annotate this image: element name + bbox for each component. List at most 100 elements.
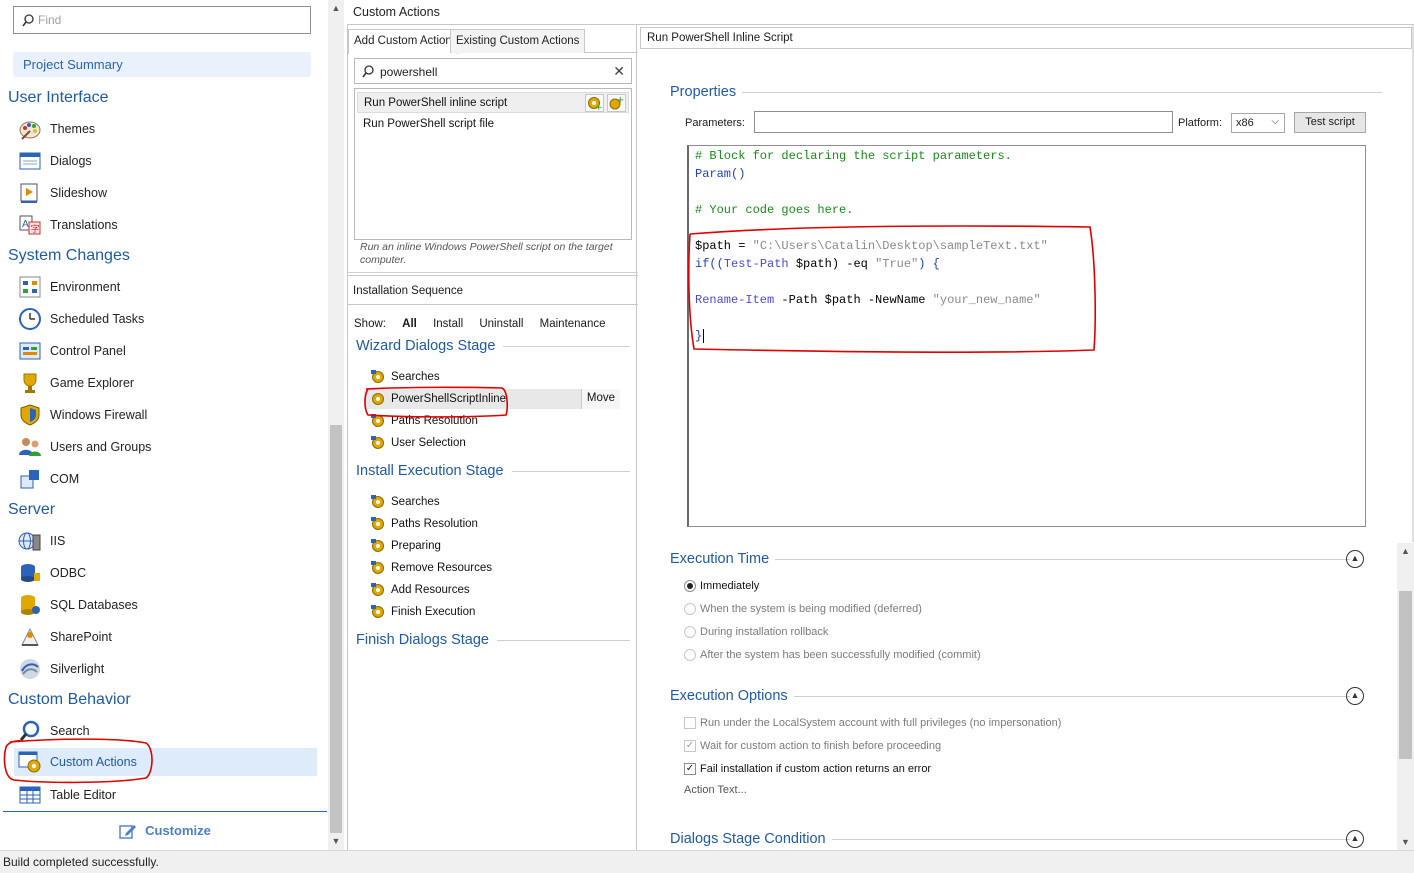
radio-button[interactable] <box>684 626 696 638</box>
check-wait-finish[interactable]: ✓ Wait for custom action to finish before… <box>684 737 941 755</box>
seq-item-powershellscriptinline[interactable]: PowerShellScriptInline Move <box>364 389 620 409</box>
filter-uninstall[interactable]: Uninstall <box>479 318 523 330</box>
find-box[interactable] <box>13 6 311 34</box>
properties-scrollbar[interactable]: ▲ ▼ <box>1397 543 1414 850</box>
seq-item-searches[interactable]: Searches <box>370 367 440 387</box>
tab-existing-custom-actions[interactable]: Existing Custom Actions <box>450 29 586 53</box>
nav-item-windows-firewall[interactable]: Windows Firewall <box>18 401 318 429</box>
collapse-execution-time-icon[interactable]: ▲ <box>1346 550 1364 568</box>
radio-button[interactable] <box>684 649 696 661</box>
seq-item-paths-resolution[interactable]: Paths Resolution <box>370 411 478 431</box>
code-line: # Block for declaring the script paramet… <box>695 149 1012 163</box>
filter-maintenance[interactable]: Maintenance <box>540 318 606 330</box>
find-input[interactable] <box>38 11 302 29</box>
panel-title: Run PowerShell Inline Script <box>640 27 1412 49</box>
checkbox-checked-icon[interactable]: ✓ <box>684 763 696 775</box>
seq-item-add-resources[interactable]: Add Resources <box>370 580 470 600</box>
scroll-down-arrow-icon[interactable]: ▼ <box>1397 834 1414 850</box>
radio-rollback[interactable]: During installation rollback <box>684 623 828 641</box>
nav-item-translations[interactable]: A字 Translations <box>18 211 318 239</box>
nav-item-control-panel[interactable]: Control Panel <box>18 337 318 365</box>
filter-all[interactable]: All <box>402 318 417 330</box>
sharepoint-icon <box>18 625 42 649</box>
check-fail-on-error[interactable]: ✓ Fail installation if custom action retu… <box>684 760 931 778</box>
nav-item-themes[interactable]: Themes <box>18 115 318 143</box>
stage-label: Wizard Dialogs Stage <box>356 338 496 354</box>
properties-scroll-thumb[interactable] <box>1399 591 1412 759</box>
check-no-impersonation[interactable]: Run under the LocalSystem account with f… <box>684 714 1061 732</box>
svg-text:+: + <box>595 103 603 111</box>
radio-button[interactable] <box>684 580 696 592</box>
gear-icon <box>370 604 386 620</box>
nav-label: Windows Firewall <box>50 408 148 422</box>
clear-search-icon[interactable]: ✕ <box>613 63 625 80</box>
add-action-gear-icon[interactable]: + <box>585 94 604 113</box>
nav-item-search[interactable]: Search <box>18 717 318 745</box>
customize-label: Customize <box>145 823 211 838</box>
custom-action-search-box[interactable]: ✕ <box>354 58 632 84</box>
parameters-input[interactable] <box>754 111 1173 133</box>
filter-install[interactable]: Install <box>433 318 463 330</box>
nav-label: Game Explorer <box>50 376 135 390</box>
nav-item-custom-actions[interactable]: Custom Actions <box>14 748 317 776</box>
seq-item-preparing[interactable]: Preparing <box>370 536 441 556</box>
scroll-up-arrow-icon[interactable]: ▲ <box>1397 543 1414 559</box>
scroll-down-arrow-icon[interactable]: ▼ <box>328 833 344 849</box>
seq-item-finish-execution[interactable]: Finish Execution <box>370 602 475 622</box>
seq-item-paths-resolution-install[interactable]: Paths Resolution <box>370 514 478 534</box>
collapse-execution-options-icon[interactable]: ▲ <box>1346 687 1364 705</box>
edit-pen-icon <box>119 824 137 839</box>
nav-item-odbc[interactable]: ODBC <box>18 559 318 587</box>
nav-label: Search <box>50 724 90 738</box>
nav-item-users-and-groups[interactable]: Users and Groups <box>18 433 318 461</box>
radio-immediately[interactable]: Immediately <box>684 577 759 595</box>
nav-item-table-editor[interactable]: Table Editor <box>18 781 318 809</box>
nav-item-iis[interactable]: IIS <box>18 527 318 555</box>
project-summary-link[interactable]: Project Summary <box>13 52 311 77</box>
checkbox[interactable] <box>684 717 696 729</box>
code-line: # Your code goes here. <box>695 203 854 217</box>
gear-icon <box>370 413 386 429</box>
seq-item-user-selection[interactable]: User Selection <box>370 433 466 453</box>
users-icon <box>18 435 42 459</box>
platform-dropdown[interactable]: x86 ⌵ <box>1231 113 1285 133</box>
checkbox-checked-icon[interactable]: ✓ <box>684 740 696 752</box>
scroll-up-arrow-icon[interactable]: ▲ <box>328 0 344 16</box>
add-action-sequence-icon[interactable]: + <box>607 94 626 112</box>
list-item[interactable]: Run PowerShell inline script + + <box>357 92 629 113</box>
nav-item-dialogs[interactable]: Dialogs <box>18 147 318 175</box>
nav-item-sql-databases[interactable]: SQL Databases <box>18 591 318 619</box>
seq-label: Add Resources <box>391 584 470 596</box>
gear-icon <box>370 516 386 532</box>
customize-button[interactable]: Customize <box>3 811 327 849</box>
nav-item-game-explorer[interactable]: Game Explorer <box>18 369 318 397</box>
list-item[interactable]: Run PowerShell script file <box>357 114 629 135</box>
gear-icon <box>370 494 386 510</box>
tab-add-custom-action[interactable]: Add Custom Action <box>348 29 458 54</box>
test-script-button[interactable]: Test script <box>1294 112 1366 133</box>
sidebar-scroll-thumb[interactable] <box>330 425 342 833</box>
radio-button[interactable] <box>684 603 696 615</box>
nav-item-silverlight[interactable]: Silverlight <box>18 655 318 683</box>
nav-item-com[interactable]: COM <box>18 465 318 493</box>
code-line: $path = "C:\Users\Catalin\Desktop\sample… <box>695 239 1359 257</box>
nav-item-scheduled-tasks[interactable]: Scheduled Tasks <box>18 305 318 333</box>
nav-item-environment[interactable]: Environment <box>18 273 318 301</box>
move-button[interactable]: Move <box>580 389 620 409</box>
nav-label: IIS <box>50 534 66 548</box>
sidebar-scrollbar[interactable]: ▲ ▼ <box>328 0 344 850</box>
collapse-dialogs-stage-condition-icon[interactable]: ▲ <box>1346 830 1364 848</box>
parameters-label: Parameters: <box>685 117 745 129</box>
nav-label: Custom Actions <box>50 755 137 769</box>
seq-item-remove-resources[interactable]: Remove Resources <box>370 558 492 578</box>
radio-deferred[interactable]: When the system is being modified (defer… <box>684 600 922 618</box>
nav-item-slideshow[interactable]: Slideshow <box>18 179 318 207</box>
action-text-link[interactable]: Action Text... <box>684 784 747 796</box>
custom-action-search-input[interactable] <box>380 64 610 80</box>
seq-item-searches-install[interactable]: Searches <box>370 492 440 512</box>
script-editor[interactable]: # Block for declaring the script paramet… <box>687 145 1366 527</box>
radio-commit[interactable]: After the system has been successfully m… <box>684 646 981 664</box>
nav-item-sharepoint[interactable]: SharePoint <box>18 623 318 651</box>
